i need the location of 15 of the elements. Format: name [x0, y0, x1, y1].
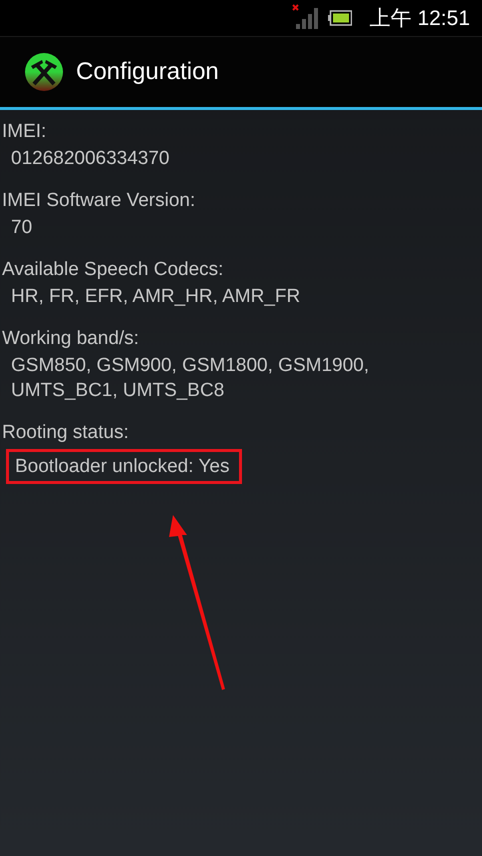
field-label: IMEI Software Version: [2, 189, 196, 213]
field-value: UMTS_BC1, UMTS_BC8 [11, 379, 226, 403]
field-value: HR, FR, EFR, AMR_HR, AMR_FR [11, 285, 302, 309]
field-value: 70 [11, 216, 34, 240]
battery-icon [328, 10, 352, 26]
field-value: GSM850, GSM900, GSM1800, GSM1900, [11, 354, 370, 378]
field-label: IMEI: [2, 120, 48, 144]
crossed-hammers-icon [24, 52, 64, 92]
field-label: Working band/s: [2, 327, 140, 351]
screen-title: Configuration [76, 58, 219, 86]
field-value: 012682006334370 [11, 147, 171, 171]
field-label: Rooting status: [2, 421, 130, 445]
field-label: Available Speech Codecs: [2, 258, 224, 282]
clock-time: 上午 12:51 [370, 6, 470, 32]
field-value: Bootloader unlocked: Yes [15, 455, 230, 479]
